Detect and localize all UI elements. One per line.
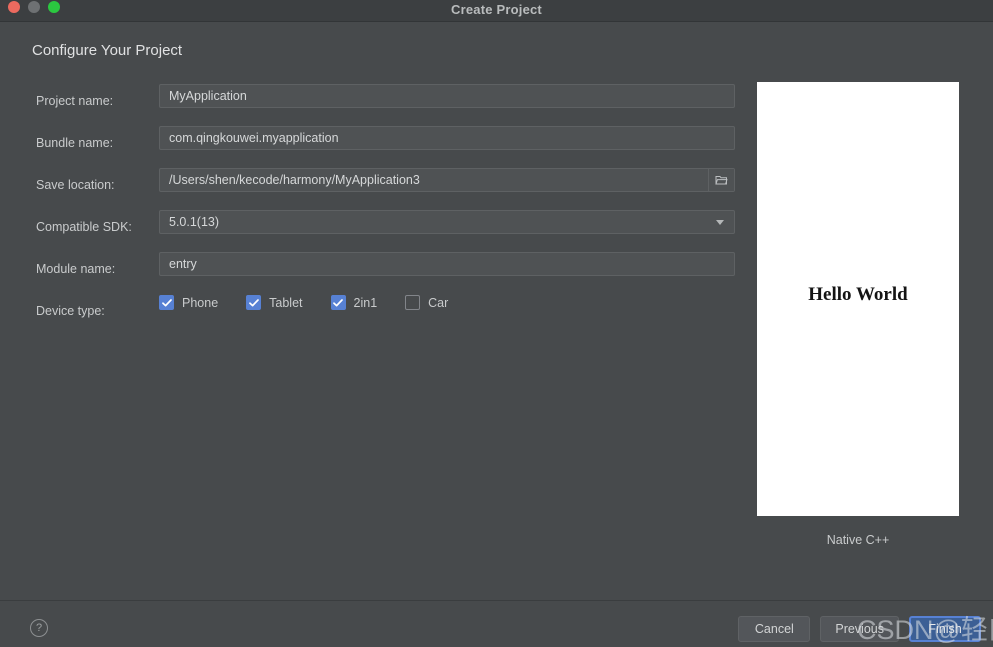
device-option-phone[interactable]: Phone [159,295,218,310]
footer-divider [0,600,993,601]
form-row-project-name: Project name: MyApplication [32,84,738,126]
save-location-value: /Users/shen/kecode/harmony/MyApplication… [169,173,420,187]
compatible-sdk-select[interactable]: 5.0.1(13) [159,210,735,234]
check-icon [161,298,172,306]
project-name-label: Project name: [36,94,114,108]
tablet-checkbox[interactable] [246,295,262,310]
save-location-label: Save location: [36,178,115,192]
project-name-input[interactable]: MyApplication [159,84,735,108]
module-name-value: entry [169,257,197,271]
project-form: Project name: MyApplication Bundle name:… [32,84,738,336]
template-preview: Hello World Native C++ [757,82,959,547]
help-glyph: ? [35,622,43,634]
preview-screen: Hello World [757,82,959,516]
tablet-label: Tablet [269,295,303,310]
browse-folder-button[interactable] [708,169,734,191]
device-option-car[interactable]: Car [405,295,448,310]
minimize-button-icon[interactable] [28,1,40,13]
check-icon [333,298,343,306]
bundle-name-label: Bundle name: [36,136,114,150]
phone-label: Phone [182,295,219,310]
project-name-value: MyApplication [169,89,247,103]
twoinone-label: 2in1 [353,295,378,310]
form-row-save-location: Save location: /Users/shen/kecode/harmon… [32,168,738,210]
phone-checkbox[interactable] [159,295,174,310]
compatible-sdk-value: 5.0.1(13) [169,215,220,229]
bundle-name-input[interactable]: com.qingkouwei.myapplication [159,126,735,150]
preview-caption: Native C++ [826,533,890,547]
maximize-button-icon[interactable] [48,1,60,13]
device-option-tablet[interactable]: Tablet [246,295,303,310]
close-button-icon[interactable] [8,1,20,13]
form-row-device-type: Device type: Phone Tablet 2in1 Car [32,294,738,336]
form-row-module-name: Module name: entry [32,252,738,294]
twoinone-checkbox[interactable] [330,295,346,310]
save-location-input[interactable]: /Users/shen/kecode/harmony/MyApplication… [159,168,735,192]
window-title: Create Project [451,1,542,17]
compatible-sdk-label: Compatible SDK: [36,220,132,234]
device-type-group: Phone Tablet 2in1 Car [159,295,476,310]
check-icon [248,298,259,306]
device-type-label: Device type: [36,304,105,318]
device-option-2in1[interactable]: 2in1 [330,295,378,310]
car-checkbox[interactable] [405,295,421,310]
cancel-button[interactable]: Cancel [738,616,811,642]
caret-shape [716,219,724,225]
previous-button[interactable]: Previous [820,616,899,642]
traffic-light-group [8,1,60,13]
car-label: Car [428,295,449,310]
page-title: Configure Your Project [32,42,183,59]
form-row-bundle-name: Bundle name: com.qingkouwei.myapplicatio… [32,126,738,168]
preview-hello-text: Hello World [808,284,908,305]
module-name-input[interactable]: entry [159,252,735,276]
bundle-name-value: com.qingkouwei.myapplication [169,131,339,145]
finish-button[interactable]: Finish [909,616,981,642]
module-name-label: Module name: [36,262,116,276]
footer-button-group: Cancel Previous Finish [738,616,981,642]
folder-icon [715,176,728,185]
help-circle-icon[interactable]: ? [30,619,48,637]
window-titlebar: Create Project [0,0,993,22]
chevron-down-icon[interactable] [706,211,734,233]
create-project-dialog: Create Project Configure Your Project Pr… [0,0,993,647]
form-row-compatible-sdk: Compatible SDK: 5.0.1(13) [32,210,738,252]
